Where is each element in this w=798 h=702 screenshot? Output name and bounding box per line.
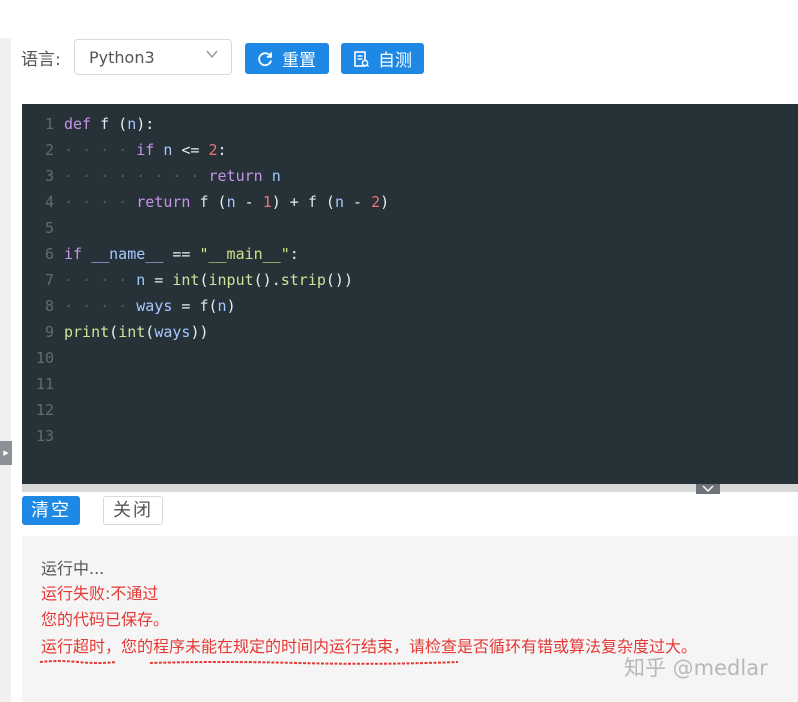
line-number: 6 bbox=[44, 245, 54, 263]
line-number: 7 bbox=[44, 271, 54, 289]
line-number: 10 bbox=[35, 349, 54, 367]
sidebar-toggle[interactable]: ▸ bbox=[0, 441, 12, 465]
close-button[interactable]: 关闭 bbox=[103, 496, 163, 525]
refresh-icon bbox=[258, 51, 272, 66]
line-number: 11 bbox=[35, 375, 54, 393]
chevron-right-icon: ▸ bbox=[3, 446, 9, 459]
collapse-editor-toggle[interactable] bbox=[696, 484, 720, 494]
line-number: 13 bbox=[35, 427, 54, 445]
code-line: 11 bbox=[22, 371, 798, 397]
code-line: 13 bbox=[22, 423, 798, 449]
reset-label: 重置 bbox=[282, 51, 316, 71]
code-line: 6 if __name__ == "__main__": bbox=[22, 241, 798, 267]
editor-toolbar: 语言: Python3 重置 自测 bbox=[11, 38, 798, 104]
code-line: 8 · · · · ways = f(n) bbox=[22, 293, 798, 319]
hand-drawn-underline bbox=[39, 660, 458, 665]
status-fail: 运行失败:不通过 bbox=[41, 584, 159, 603]
code-line: 12 bbox=[22, 397, 798, 423]
code-text: · · · · · · · · return n bbox=[64, 167, 281, 185]
code-text: def f (n): bbox=[64, 115, 155, 133]
status-timeout: 运行超时，您的程序未能在规定的时间内运行结束，请检查是否循环有错或算法复杂度过大… bbox=[41, 637, 698, 656]
clear-button[interactable]: 清空 bbox=[22, 496, 80, 525]
code-text: · · · · ways = f(n) bbox=[64, 297, 236, 315]
line-number: 4 bbox=[44, 193, 54, 211]
code-line: 4 · · · · return f (n - 1) + f (n - 2) bbox=[22, 189, 798, 215]
top-strip bbox=[0, 0, 798, 38]
code-text: · · · · n = int(input().strip()) bbox=[64, 271, 353, 289]
line-number: 12 bbox=[35, 401, 54, 419]
status-running: 运行中... bbox=[41, 559, 105, 578]
selftest-label: 自测 bbox=[378, 51, 412, 71]
code-line: 3 · · · · · · · · return n bbox=[22, 163, 798, 189]
selftest-button[interactable]: 自测 bbox=[341, 43, 424, 74]
code-line: 1 def f (n): bbox=[22, 111, 798, 137]
code-text: · · · · if n <= 2: bbox=[64, 141, 227, 159]
code-text: print(int(ways)) bbox=[64, 323, 209, 341]
code-line: 9 print(int(ways)) bbox=[22, 319, 798, 345]
code-text: · · · · return f (n - 1) + f (n - 2) bbox=[64, 193, 390, 211]
line-number: 5 bbox=[44, 219, 54, 237]
code-text: if __name__ == "__main__": bbox=[64, 245, 299, 263]
line-number: 9 bbox=[44, 323, 54, 341]
chevron-down-icon bbox=[702, 485, 714, 492]
language-select[interactable]: Python3 bbox=[74, 39, 232, 75]
editor-resize-bar[interactable] bbox=[22, 484, 798, 492]
code-line: 2 · · · · if n <= 2: bbox=[22, 137, 798, 163]
code-line: 5 bbox=[22, 215, 798, 241]
line-number: 8 bbox=[44, 297, 54, 315]
code-line: 10 bbox=[22, 345, 798, 371]
reset-button[interactable]: 重置 bbox=[245, 43, 329, 74]
code-editor[interactable]: 1 def f (n): 2 · · · · if n <= 2: 3 · · … bbox=[22, 104, 798, 484]
left-rail bbox=[0, 38, 11, 702]
status-saved: 您的代码已保存。 bbox=[41, 610, 170, 629]
chevron-down-icon bbox=[206, 50, 218, 59]
language-value: Python3 bbox=[89, 48, 155, 67]
line-number: 2 bbox=[44, 141, 54, 159]
watermark: 知乎 @medlar bbox=[624, 656, 768, 680]
line-number: 1 bbox=[44, 115, 54, 133]
document-icon bbox=[354, 50, 369, 67]
line-number: 3 bbox=[44, 167, 54, 185]
language-label: 语言: bbox=[21, 50, 61, 70]
code-line: 7 · · · · n = int(input().strip()) bbox=[22, 267, 798, 293]
